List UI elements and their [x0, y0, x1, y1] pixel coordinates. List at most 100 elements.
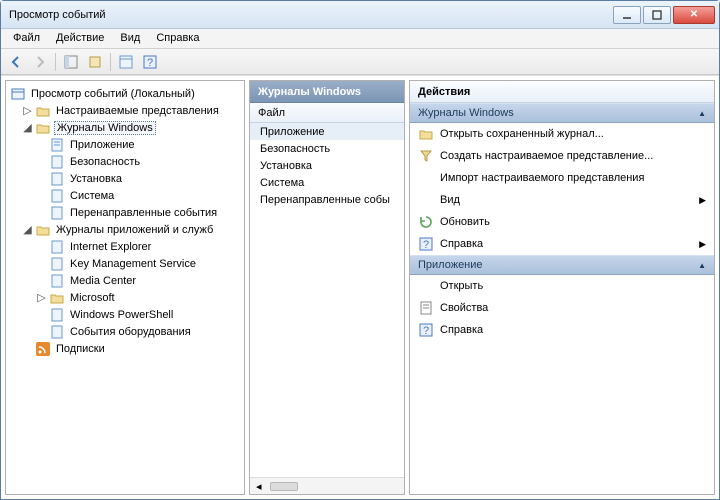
tree-app-hw[interactable]: События оборудования — [8, 323, 242, 340]
toolbar-separator — [110, 53, 111, 71]
open-log-icon — [418, 126, 434, 142]
tree-subscriptions[interactable]: Подписки — [8, 340, 242, 357]
group-label: Журналы Windows — [418, 107, 514, 119]
tree-app-kms[interactable]: Key Management Service — [8, 255, 242, 272]
column-header-file[interactable]: Файл — [250, 103, 404, 123]
collapse-icon[interactable]: ◢ — [22, 224, 33, 235]
tree-log-setup[interactable]: Установка — [8, 170, 242, 187]
blank-icon — [418, 170, 434, 186]
back-button[interactable] — [5, 51, 27, 73]
log-icon — [49, 171, 65, 187]
action-view[interactable]: Вид▶ — [410, 189, 714, 211]
list-item-application[interactable]: Приложение — [250, 123, 404, 140]
svg-text:?: ? — [147, 57, 153, 69]
action-create-custom-view[interactable]: Создать настраиваемое представление... — [410, 145, 714, 167]
collapse-icon[interactable]: ◢ — [22, 122, 33, 133]
menu-file[interactable]: Файл — [5, 29, 48, 48]
menu-help[interactable]: Справка — [148, 29, 207, 48]
folder-icon — [35, 120, 51, 136]
list-item-system[interactable]: Система — [250, 174, 404, 191]
tree-app-ps[interactable]: Windows PowerShell — [8, 306, 242, 323]
log-list: Приложение Безопасность Установка Систем… — [250, 123, 404, 477]
menu-action[interactable]: Действие — [48, 29, 112, 48]
action-import-custom-view[interactable]: Импорт настраиваемого представления — [410, 167, 714, 189]
log-icon — [49, 273, 65, 289]
list-item-label: Установка — [260, 160, 312, 172]
horizontal-scrollbar[interactable]: ◂ — [250, 477, 404, 494]
tree-app-mc[interactable]: Media Center — [8, 272, 242, 289]
expand-icon[interactable]: ▷ — [36, 292, 47, 303]
blank-icon — [418, 192, 434, 208]
help-icon: ? — [418, 322, 434, 338]
tree-app-ie[interactable]: Internet Explorer — [8, 238, 242, 255]
tree-label: Media Center — [68, 275, 138, 287]
export-button[interactable] — [84, 51, 106, 73]
tree-log-security[interactable]: Безопасность — [8, 153, 242, 170]
tree-label: Перенаправленные события — [68, 207, 219, 219]
actions-group-windows-logs[interactable]: Журналы Windows▲ — [410, 103, 714, 123]
list-item-setup[interactable]: Установка — [250, 157, 404, 174]
action-label: Вид — [440, 194, 460, 206]
action-label: Справка — [440, 324, 483, 336]
tree-custom-views[interactable]: ▷ Настраиваемые представления — [8, 102, 242, 119]
help-button[interactable]: ? — [139, 51, 161, 73]
scroll-thumb[interactable] — [270, 482, 298, 491]
maximize-button[interactable] — [643, 6, 671, 24]
action-open[interactable]: Открыть — [410, 275, 714, 297]
content-area: Просмотр событий (Локальный) ▷ Настраива… — [1, 75, 719, 499]
feed-icon — [35, 341, 51, 357]
tree-label: Журналы приложений и служб — [54, 224, 215, 236]
tree-label: Приложение — [68, 139, 137, 151]
log-icon — [49, 256, 65, 272]
show-tree-button[interactable] — [60, 51, 82, 73]
tree-label-selected: Журналы Windows — [54, 121, 156, 135]
tree-app-ms[interactable]: ▷Microsoft — [8, 289, 242, 306]
action-label: Справка — [440, 238, 483, 250]
folder-icon — [49, 290, 65, 306]
actions-group-application[interactable]: Приложение ▲ — [410, 255, 714, 275]
list-item-forwarded[interactable]: Перенаправленные собы — [250, 191, 404, 208]
tree-log-application[interactable]: Приложение — [8, 136, 242, 153]
blank-icon — [418, 278, 434, 294]
tree-app-logs[interactable]: ◢ Журналы приложений и служб — [8, 221, 242, 238]
folder-icon — [35, 103, 51, 119]
action-properties[interactable]: Свойства — [410, 297, 714, 319]
list-item-label: Безопасность — [260, 143, 330, 155]
tree-label: Установка — [68, 173, 124, 185]
log-icon — [49, 307, 65, 323]
log-icon — [49, 324, 65, 340]
list-item-security[interactable]: Безопасность — [250, 140, 404, 157]
tree-label: Безопасность — [68, 156, 142, 168]
scroll-left-icon[interactable]: ◂ — [256, 480, 262, 493]
tree-label: События оборудования — [68, 326, 193, 338]
menu-view[interactable]: Вид — [112, 29, 148, 48]
tree-label: Windows PowerShell — [68, 309, 175, 321]
action-refresh[interactable]: Обновить — [410, 211, 714, 233]
expand-icon[interactable]: ▷ — [22, 105, 33, 116]
forward-button[interactable] — [29, 51, 51, 73]
list-item-label: Перенаправленные собы — [260, 194, 390, 206]
properties-button[interactable] — [115, 51, 137, 73]
tree-log-system[interactable]: Система — [8, 187, 242, 204]
action-open-saved-log[interactable]: Открыть сохраненный журнал... — [410, 123, 714, 145]
group-label: Приложение — [418, 259, 483, 271]
actions-pane: Действия Журналы Windows▲ Открыть сохран… — [409, 80, 715, 495]
middle-pane: Журналы Windows Файл Приложение Безопасн… — [249, 80, 405, 495]
action-label: Открыть сохраненный журнал... — [440, 128, 604, 140]
help-icon: ? — [418, 236, 434, 252]
eventviewer-icon — [10, 86, 26, 102]
action-help-2[interactable]: ? Справка — [410, 319, 714, 341]
tree-root[interactable]: Просмотр событий (Локальный) — [8, 85, 242, 102]
titlebar[interactable]: Просмотр событий ✕ — [1, 1, 719, 29]
collapse-icon: ▲ — [698, 261, 706, 270]
toolbar-separator — [55, 53, 56, 71]
properties-icon — [418, 300, 434, 316]
refresh-icon — [418, 214, 434, 230]
minimize-button[interactable] — [613, 6, 641, 24]
tree-windows-logs[interactable]: ◢ Журналы Windows — [8, 119, 242, 136]
folder-icon — [35, 222, 51, 238]
middle-header: Журналы Windows — [250, 81, 404, 103]
close-button[interactable]: ✕ — [673, 6, 715, 24]
tree-log-forwarded[interactable]: Перенаправленные события — [8, 204, 242, 221]
action-help[interactable]: ?Справка▶ — [410, 233, 714, 255]
